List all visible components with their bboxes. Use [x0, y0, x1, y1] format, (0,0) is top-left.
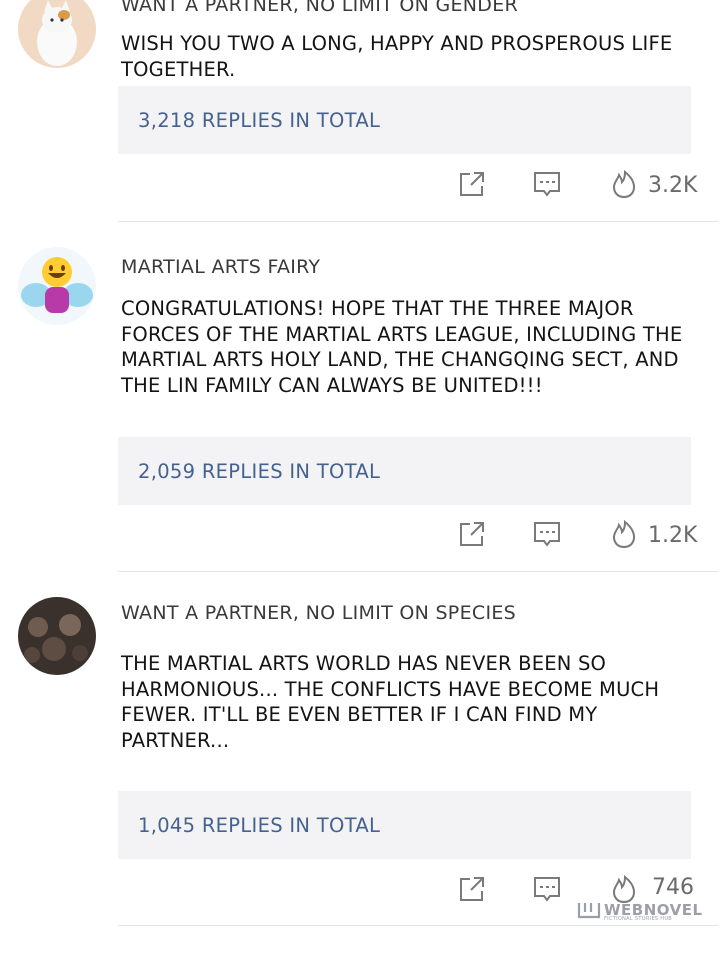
- divider: [118, 221, 718, 222]
- username[interactable]: WANT A PARTNER, NO LIMIT ON GENDER: [121, 0, 518, 16]
- likes-count: 746: [652, 875, 694, 900]
- flame-icon[interactable]: [608, 168, 640, 200]
- replies-box[interactable]: 1,045 REPLIES IN TOTAL: [118, 791, 691, 859]
- share-icon[interactable]: [456, 168, 488, 200]
- comment-icon[interactable]: [531, 168, 563, 200]
- replies-box[interactable]: 3,218 REPLIES IN TOTAL: [118, 86, 691, 154]
- divider: [118, 571, 718, 572]
- comment-actions: 3.2K: [0, 168, 720, 208]
- replies-box[interactable]: 2,059 REPLIES IN TOTAL: [118, 437, 691, 505]
- replies-link[interactable]: 3,218 REPLIES IN TOTAL: [138, 109, 380, 132]
- divider: [118, 925, 718, 926]
- likes-count: 1.2K: [648, 523, 698, 548]
- comment-icon[interactable]: [531, 873, 563, 905]
- avatar[interactable]: [18, 247, 96, 325]
- webnovel-watermark: WEBNOVEL FICTIONAL STORIES HUB: [577, 900, 703, 922]
- comment-icon[interactable]: [531, 518, 563, 550]
- watermark-tagline: FICTIONAL STORIES HUB: [604, 916, 673, 922]
- likes-count: 3.2K: [648, 173, 698, 198]
- username[interactable]: MARTIAL ARTS FAIRY: [121, 256, 320, 278]
- comment-text: THE MARTIAL ARTS WORLD HAS NEVER BEEN SO…: [121, 652, 660, 752]
- comment-actions: 1.2K: [0, 518, 720, 558]
- share-icon[interactable]: [456, 873, 488, 905]
- flame-icon[interactable]: [608, 518, 640, 550]
- replies-link[interactable]: 2,059 REPLIES IN TOTAL: [138, 460, 380, 483]
- webnovel-logo-icon: [577, 900, 601, 920]
- username[interactable]: WANT A PARTNER, NO LIMIT ON SPECIES: [121, 602, 516, 624]
- comment-text: WISH YOU TWO A LONG, HAPPY AND PROSPEROU…: [121, 32, 673, 81]
- replies-link[interactable]: 1,045 REPLIES IN TOTAL: [138, 814, 380, 837]
- comment-text: CONGRATULATIONS! HOPE THAT THE THREE MAJ…: [121, 297, 683, 397]
- share-icon[interactable]: [456, 518, 488, 550]
- avatar[interactable]: [18, 597, 96, 675]
- avatar[interactable]: [18, 0, 96, 68]
